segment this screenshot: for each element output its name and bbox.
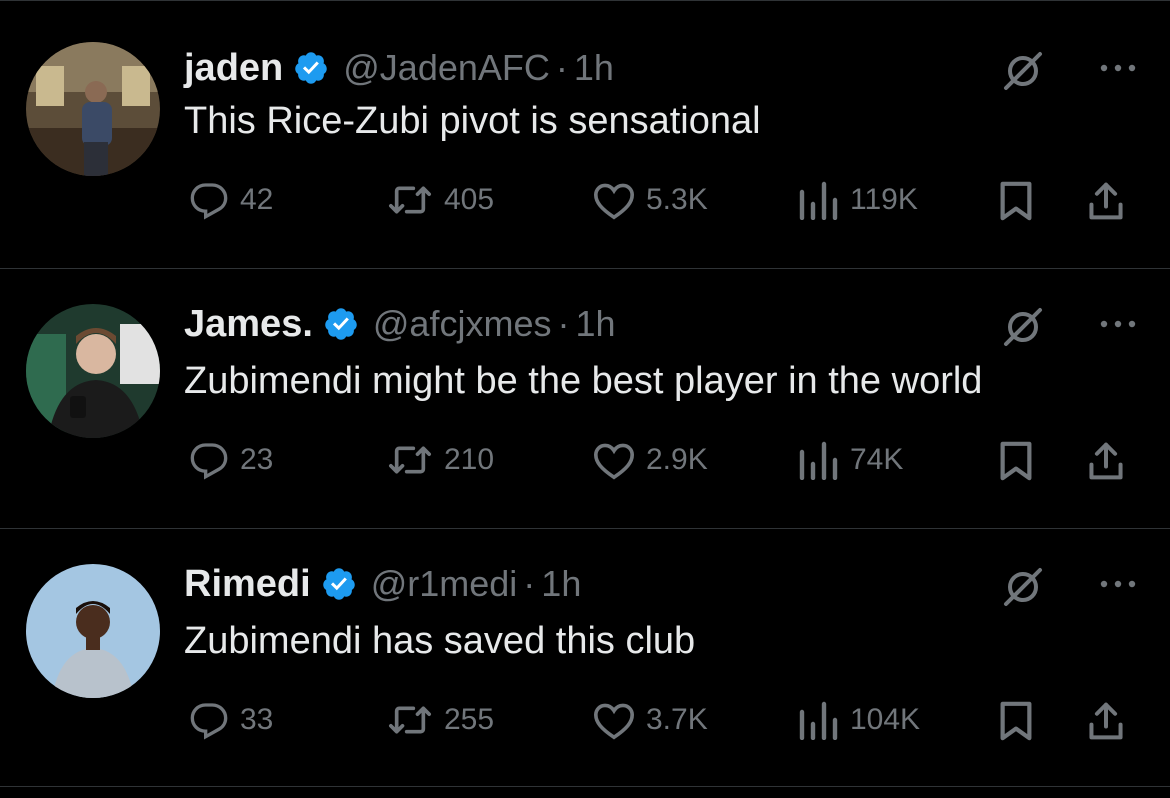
reply-icon xyxy=(190,443,228,480)
like-icon xyxy=(593,703,635,740)
avatar[interactable] xyxy=(26,42,160,176)
handle[interactable]: @r1medi xyxy=(371,563,518,605)
tweet-text: Zubimendi might be the best player in th… xyxy=(184,360,983,402)
reply-count: 33 xyxy=(240,703,274,736)
bookmark-icon xyxy=(1000,701,1032,741)
more-icon[interactable] xyxy=(1096,574,1140,594)
separator-dot: · xyxy=(557,303,570,344)
repost-count: 210 xyxy=(444,443,495,476)
repost-count: 255 xyxy=(444,703,495,736)
handle[interactable]: @JadenAFC xyxy=(343,47,550,89)
more-icon[interactable] xyxy=(1096,314,1140,334)
like-count: 2.9K xyxy=(646,443,708,476)
separator-dot: · xyxy=(523,563,536,604)
verified-badge-icon xyxy=(322,568,355,600)
views-button[interactable]: 119K xyxy=(796,180,918,220)
repost-count: 405 xyxy=(444,183,495,216)
tweet[interactable]: James. @afcjxmes · 1h Zubimendi might be… xyxy=(0,268,1170,529)
like-count: 3.7K xyxy=(646,703,708,736)
share-icon xyxy=(1089,442,1123,480)
repost-button[interactable]: 210 xyxy=(386,440,494,480)
bookmark-button[interactable] xyxy=(998,440,1034,482)
avatar[interactable] xyxy=(26,304,160,438)
share-button[interactable] xyxy=(1086,700,1126,742)
tweet-header: James. @afcjxmes · 1h xyxy=(184,300,616,348)
like-icon xyxy=(593,183,635,220)
repost-button[interactable]: 255 xyxy=(386,700,494,740)
grok-icon[interactable] xyxy=(1002,304,1046,348)
avatar[interactable] xyxy=(26,564,160,698)
display-name[interactable]: Rimedi xyxy=(184,563,311,606)
tweet[interactable]: jaden @JadenAFC · 1h This Rice-Zubi pivo… xyxy=(0,8,1170,269)
share-button[interactable] xyxy=(1086,440,1126,482)
views-icon xyxy=(799,181,838,220)
view-count: 119K xyxy=(850,183,918,216)
display-name[interactable]: James. xyxy=(184,303,313,346)
reply-icon xyxy=(190,183,228,220)
tweet-text: Zubimendi has saved this club xyxy=(184,620,696,662)
tweet-header: Rimedi @r1medi · 1h xyxy=(184,560,581,608)
like-button[interactable]: 5.3K xyxy=(592,180,708,220)
views-button[interactable]: 104K xyxy=(796,700,920,740)
tweet-text: This Rice-Zubi pivot is sensational xyxy=(184,100,761,142)
like-count: 5.3K xyxy=(646,183,708,216)
grok-icon[interactable] xyxy=(1002,48,1046,92)
repost-icon xyxy=(389,706,431,734)
view-count: 74K xyxy=(850,443,904,476)
share-icon xyxy=(1089,702,1123,740)
separator-dot: · xyxy=(555,47,568,88)
tweet[interactable]: Rimedi @r1medi · 1h Zubimendi has saved … xyxy=(0,528,1170,787)
repost-button[interactable]: 405 xyxy=(386,180,494,220)
repost-icon xyxy=(389,446,431,474)
timestamp[interactable]: 1h xyxy=(541,563,581,605)
like-button[interactable]: 3.7K xyxy=(592,700,708,740)
view-count: 104K xyxy=(850,703,921,736)
share-icon xyxy=(1089,182,1123,220)
grok-icon[interactable] xyxy=(1002,564,1046,608)
reply-count: 23 xyxy=(240,443,274,476)
views-icon xyxy=(799,701,838,740)
verified-badge-icon xyxy=(325,308,357,340)
reply-button[interactable]: 33 xyxy=(188,700,273,740)
views-icon xyxy=(799,441,838,480)
views-button[interactable]: 74K xyxy=(796,440,903,480)
bookmark-button[interactable] xyxy=(998,700,1034,742)
bookmark-icon xyxy=(1000,441,1032,481)
share-button[interactable] xyxy=(1086,180,1126,222)
tweet-header: jaden @JadenAFC · 1h xyxy=(184,44,614,92)
like-icon xyxy=(593,443,635,480)
handle[interactable]: @afcjxmes xyxy=(373,303,552,345)
bookmark-icon xyxy=(1000,181,1032,221)
reply-button[interactable]: 23 xyxy=(188,440,273,480)
timestamp[interactable]: 1h xyxy=(574,47,614,89)
more-icon[interactable] xyxy=(1096,58,1140,78)
verified-badge-icon xyxy=(295,52,327,84)
like-button[interactable]: 2.9K xyxy=(592,440,708,480)
reply-icon xyxy=(190,703,228,740)
reply-count: 42 xyxy=(240,183,274,216)
reply-button[interactable]: 42 xyxy=(188,180,273,220)
display-name[interactable]: jaden xyxy=(184,47,283,90)
timestamp[interactable]: 1h xyxy=(575,303,615,345)
bookmark-button[interactable] xyxy=(998,180,1034,222)
repost-icon xyxy=(389,186,431,214)
